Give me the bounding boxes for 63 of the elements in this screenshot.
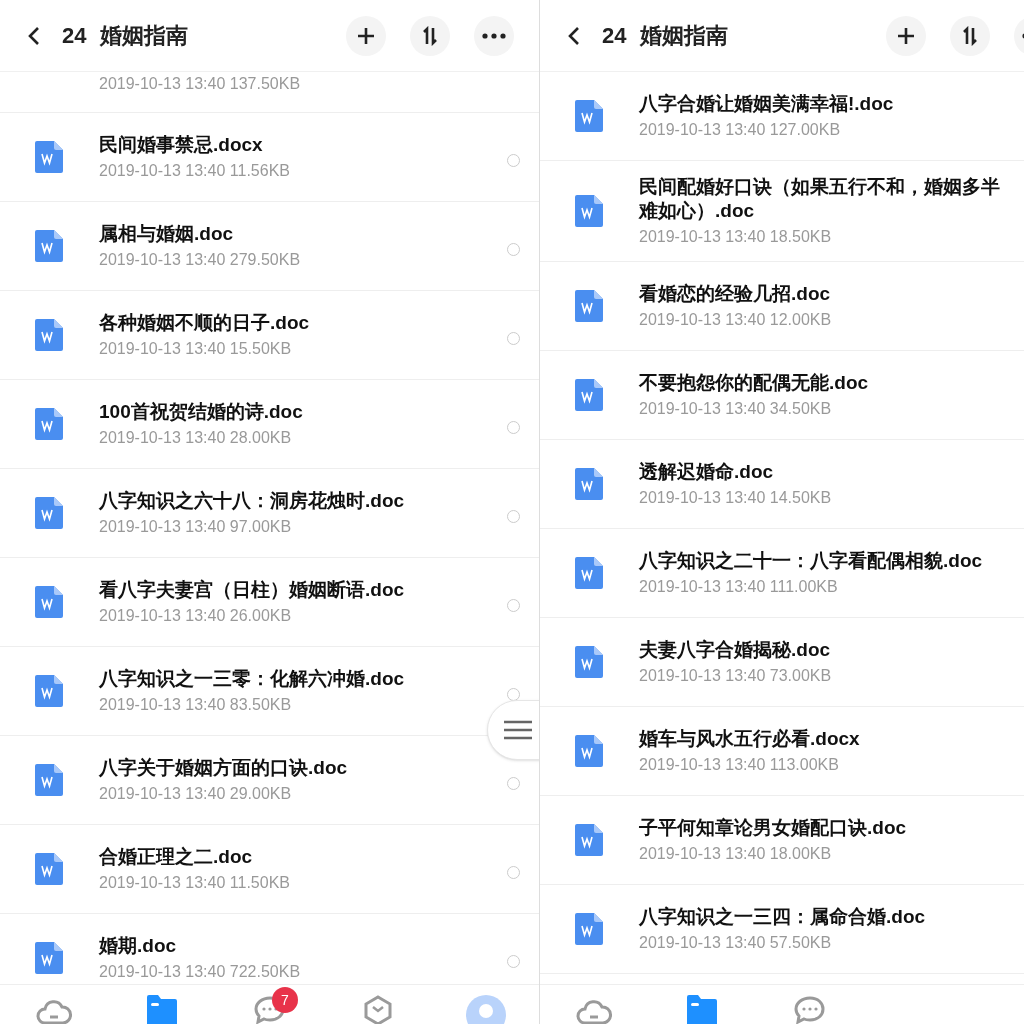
- file-name: 民间婚事禁忌.docx: [99, 133, 264, 157]
- file-count: 24: [602, 22, 627, 50]
- file-row[interactable]: 夫妻八字合婚揭秘.doc 2019-10-13 13:40 73.00KB: [540, 618, 1024, 707]
- file-row[interactable]: 不要抱怨你的配偶无能.doc 2019-10-13 13:40 34.50KB: [540, 351, 1024, 440]
- file-name: 八字知识之一三四：属命合婚.doc: [639, 905, 927, 929]
- file-row[interactable]: 属相与婚姻.doc 2019-10-13 13:40 279.50KB: [0, 202, 539, 291]
- file-row[interactable]: 100首祝贺结婚的诗.doc 2019-10-13 13:40 28.00KB: [0, 380, 539, 469]
- file-name: 合婚正理之二.doc: [99, 845, 254, 869]
- file-name: 看八字夫妻宫（日柱）婚姻断语.doc: [99, 578, 406, 602]
- file-name: 子平何知章论男女婚配口诀.doc: [639, 816, 908, 840]
- file-meta: 2019-10-13 13:40 14.50KB: [639, 488, 833, 508]
- file-row[interactable]: 八字知识之二十一：八字看配偶相貌.doc 2019-10-13 13:40 111.00KB: [540, 529, 1024, 618]
- file-count: 24: [62, 22, 87, 50]
- file-name: 婚期.doc: [99, 934, 178, 958]
- file-row[interactable]: 透解迟婚命.doc 2019-10-13 13:40 14.50KB: [540, 440, 1024, 529]
- file-row[interactable]: 民间配婚好口诀（如果五行不和，婚姻多半难如心）.doc 2019-10-13 13:40 18.50KB: [540, 161, 1024, 262]
- file-row[interactable]: 合婚正理之二.doc 2019-10-13 13:40 11.50KB: [0, 825, 539, 914]
- file-name: 透解迟婚命.doc: [639, 460, 775, 484]
- file-name: 夫妻八字合婚揭秘.doc: [639, 638, 832, 662]
- file-meta: 2019-10-13 13:40 279.50KB: [99, 250, 302, 270]
- file-meta: 2019-10-13 13:40 113.00KB: [639, 755, 840, 775]
- file-name: 八字知识之二十一：八字看配偶相貌.doc: [639, 549, 984, 573]
- folder-title: 婚姻指南: [100, 22, 189, 50]
- file-name: 各种婚姻不顺的日子.doc: [99, 311, 311, 335]
- file-meta: 2019-10-13 13:40 57.50KB: [639, 933, 833, 953]
- file-meta: 2019-10-13 13:40 722.50KB: [99, 962, 302, 982]
- file-meta: 2019-10-13 13:40 11.56KB: [99, 161, 291, 181]
- file-meta: 2019-10-13 13:40 29.00KB: [99, 784, 293, 804]
- file-name: 八字知识之六十八：洞房花烛时.doc: [99, 489, 406, 513]
- file-name: 属相与婚姻.doc: [99, 222, 235, 246]
- file-meta: 2019-10-13 13:40 26.00KB: [99, 606, 293, 626]
- file-name: 八字关于婚姻方面的口诀.doc: [99, 756, 349, 780]
- file-row[interactable]: 各种婚姻不顺的日子.doc 2019-10-13 13:40 15.50KB: [0, 291, 539, 380]
- file-meta: 2019-10-13 13:40 28.00KB: [99, 428, 293, 448]
- file-row[interactable]: 民间婚事禁忌.docx 2019-10-13 13:40 11.56KB: [0, 113, 539, 202]
- file-meta: 2019-10-13 13:40 18.00KB: [639, 844, 833, 864]
- file-meta: 2019-10-13 13:40 83.50KB: [99, 695, 293, 715]
- file-name: 100首祝贺结婚的诗.doc: [99, 400, 304, 424]
- file-meta: 2019-10-13 13:40 12.00KB: [639, 310, 833, 330]
- file-meta: 2019-10-13 13:40 11.50KB: [99, 873, 291, 893]
- file-meta: 2019-10-13 13:40 34.50KB: [639, 399, 833, 419]
- file-meta: 2019-10-13 13:40 73.00KB: [639, 666, 833, 686]
- folder-title: 婚姻指南: [640, 22, 729, 50]
- file-meta: 2019-10-13 13:40 18.50KB: [639, 227, 833, 247]
- file-meta: 2019-10-13 13:40 111.00KB: [639, 577, 839, 597]
- file-row[interactable]: 看婚恋的经验几招.doc 2019-10-13 13:40 12.00KB: [540, 262, 1024, 351]
- file-name: 不要抱怨你的配偶无能.doc: [639, 371, 870, 395]
- file-name: 八字知识之一三零：化解六冲婚.doc: [99, 667, 406, 691]
- file-name: 八字合婚让婚姻美满幸福!.doc: [639, 92, 895, 116]
- file-meta: 2019-10-13 13:40 97.00KB: [99, 517, 293, 537]
- file-row[interactable]: 八字知识之一三四：属命合婚.doc 2019-10-13 13:40 57.50KB: [540, 885, 1024, 974]
- file-name: 民间配婚好口诀（如果五行不和，婚姻多半难如心）.doc: [639, 175, 1001, 223]
- file-meta: 2019-10-13 13:40 15.50KB: [99, 339, 293, 359]
- file-row[interactable]: 婚车与风水五行必看.docx 2019-10-13 13:40 113.00KB: [540, 707, 1024, 796]
- file-row[interactable]: 子平何知章论男女婚配口诀.doc 2019-10-13 13:40 18.00KB: [540, 796, 1024, 885]
- file-meta: 2019-10-13 13:40 137.50KB: [99, 74, 301, 94]
- file-name: 看婚恋的经验几招.doc: [639, 282, 832, 306]
- file-meta: 2019-10-13 13:40 127.00KB: [639, 120, 842, 140]
- file-name: 婚车与风水五行必看.docx: [639, 727, 861, 751]
- file-row[interactable]: 八字知识之六十八：洞房花烛时.doc 2019-10-13 13:40 97.00KB: [0, 469, 539, 558]
- file-row[interactable]: 八字合婚让婚姻美满幸福!.doc 2019-10-13 13:40 127.00KB: [540, 72, 1024, 161]
- file-row[interactable]: 看八字夫妻宫（日柱）婚姻断语.doc 2019-10-13 13:40 26.00KB: [0, 558, 539, 647]
- notification-badge: 7: [272, 987, 298, 1013]
